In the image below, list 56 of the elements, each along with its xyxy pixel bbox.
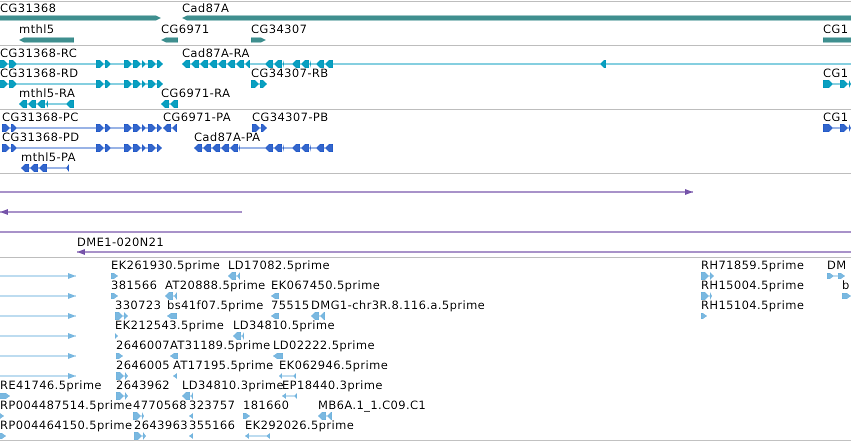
feature-label: b [842, 278, 850, 292]
feature-label: EK261930.5prime [111, 258, 220, 272]
feature-label: LD17082.5prime [228, 258, 330, 272]
feature-label: 2643962 [116, 378, 170, 392]
feature-label: LD34810.3prime [182, 378, 284, 392]
feature-label: CG1 [823, 110, 848, 124]
feature-label: mthl5-PA [21, 150, 76, 164]
feature-label: CG34307-RB [251, 66, 329, 80]
feature-label: CG31368-PC [2, 110, 79, 124]
feature-label: 181660 [243, 398, 290, 412]
feature-label: bs41f07.5prime [167, 298, 264, 312]
feature-label: EK062946.5prime [279, 358, 388, 372]
feature-label: CG1 [823, 22, 848, 36]
feature-label: EK292026.5prime [245, 418, 354, 432]
feature-label: CG6971-PA [163, 110, 232, 124]
feature-label: mthl5 [19, 22, 55, 36]
feature-label: CG31368-PD [2, 130, 80, 144]
feature-label: 330723 [115, 298, 162, 312]
feature-label: 355166 [189, 418, 236, 432]
feature-label: 323757 [189, 398, 236, 412]
feature-label: DMG1-chr3R.8.116.a.5prime [311, 298, 486, 312]
feature-label: EP18440.3prime [282, 378, 383, 392]
feature-label: EK067450.5prime [271, 278, 380, 292]
feature-label: DME1-020N21 [77, 235, 164, 249]
feature-label: CG6971 [161, 22, 210, 36]
feature-label: RP004487514.5prime [0, 398, 132, 412]
feature-label: EK212543.5prime [115, 318, 224, 332]
feature-label: RH15104.5prime [701, 298, 804, 312]
feature-label: 2646007 [116, 338, 170, 352]
feature-label: CG31368-RC [0, 46, 78, 60]
feature-label: CG34307-PB [252, 110, 328, 124]
feature-label: Cad87A-PA [194, 130, 260, 144]
feature-label: RP004464150.5prime [0, 418, 132, 432]
feature-label: 4770568 [133, 398, 188, 412]
feature-label: LD02222.5prime [273, 338, 375, 352]
feature-label: CG1 [823, 66, 848, 80]
feature-label: Cad87A [182, 1, 230, 15]
feature-label: CG6971-RA [161, 86, 230, 100]
feature-label: DM [827, 258, 847, 272]
feature-label: 2643963 [134, 418, 188, 432]
feature-label: LD34810.5prime [233, 318, 335, 332]
feature-label: MB6A.1_1.C09.C1 [318, 398, 426, 412]
feature-label: 381566 [111, 278, 158, 292]
feature-label: RH15004.5prime [701, 278, 804, 292]
feature-label: 2646005 [116, 358, 170, 372]
feature-label: RH71859.5prime [701, 258, 804, 272]
feature-label: RE41746.5prime [0, 378, 102, 392]
feature-label: CG31368 [0, 1, 56, 15]
feature-label: AT20888.5prime [165, 278, 266, 292]
feature-label: CG31368-RD [0, 66, 79, 80]
feature-label: mthl5-RA [19, 86, 76, 100]
feature-label: Cad87A-RA [182, 46, 250, 60]
feature-label: AT17195.5prime [173, 358, 274, 372]
feature-label: CG34307 [251, 22, 308, 36]
feature-label: 75515 [271, 298, 310, 312]
feature-label: AT31189.5prime [170, 338, 271, 352]
